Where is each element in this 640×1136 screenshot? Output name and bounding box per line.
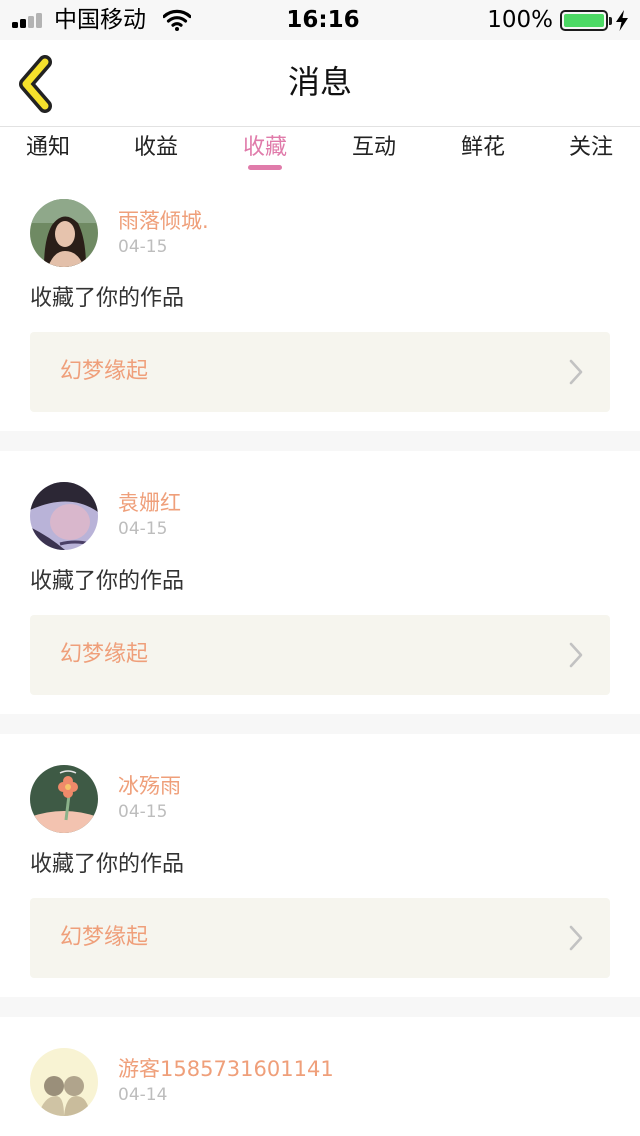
tab-favorites[interactable]: 收藏: [225, 131, 305, 165]
chevron-right-icon: [569, 925, 583, 951]
notification-date: 04-14: [118, 1085, 168, 1105]
notification-date: 04-15: [118, 237, 168, 257]
tab-bar: 通知 收益 收藏 互动 鲜花 关注: [0, 127, 640, 175]
work-link[interactable]: 幻梦缘起: [30, 615, 610, 695]
page-title: 消息: [287, 63, 352, 101]
chevron-right-icon: [569, 642, 583, 668]
username-link[interactable]: 雨落倾城.: [118, 207, 209, 235]
tab-flowers[interactable]: 鲜花: [443, 131, 523, 165]
action-text: 收藏了你的作品: [30, 852, 185, 877]
username-link[interactable]: 游客1585731601141: [118, 1055, 334, 1083]
favorite-notification-card: 袁姗红 04-15 收藏了你的作品 幻梦缘起: [0, 451, 640, 714]
work-link[interactable]: 幻梦缘起: [30, 898, 610, 978]
favorite-notification-card: 游客1585731601141 04-14: [0, 1017, 640, 1136]
card-divider: [0, 431, 640, 451]
work-link[interactable]: 幻梦缘起: [30, 332, 610, 412]
favorite-notification-card: 冰殇雨 04-15 收藏了你的作品 幻梦缘起: [0, 734, 640, 997]
card-divider: [0, 714, 640, 734]
avatar[interactable]: [30, 199, 98, 267]
notification-date: 04-15: [118, 519, 168, 539]
charging-bolt-icon: [616, 10, 628, 31]
navigation-bar: 消息: [0, 40, 640, 127]
tab-follows[interactable]: 关注: [551, 131, 631, 165]
chevron-right-icon: [569, 359, 583, 385]
battery-percentage: 100%: [487, 7, 553, 33]
work-title: 幻梦缘起: [60, 642, 149, 667]
avatar[interactable]: [30, 482, 98, 550]
battery-icon: [560, 10, 608, 31]
username-link[interactable]: 冰殇雨: [118, 772, 181, 800]
tab-interactions[interactable]: 互动: [334, 131, 414, 165]
card-divider: [0, 997, 640, 1017]
tab-earnings[interactable]: 收益: [116, 131, 196, 165]
tab-notifications[interactable]: 通知: [8, 131, 88, 165]
action-text: 收藏了你的作品: [30, 569, 185, 594]
status-bar: 中国移动 16:16 100%: [0, 0, 640, 40]
avatar[interactable]: [30, 1048, 98, 1116]
action-text: 收藏了你的作品: [30, 286, 185, 311]
favorite-notification-card: 雨落倾城. 04-15 收藏了你的作品 幻梦缘起: [0, 175, 640, 431]
work-title: 幻梦缘起: [60, 925, 149, 950]
work-title: 幻梦缘起: [60, 359, 149, 384]
username-link[interactable]: 袁姗红: [118, 489, 181, 517]
active-tab-indicator: [248, 165, 282, 170]
battery-cap: [609, 17, 612, 25]
notification-date: 04-15: [118, 802, 168, 822]
avatar[interactable]: [30, 765, 98, 833]
